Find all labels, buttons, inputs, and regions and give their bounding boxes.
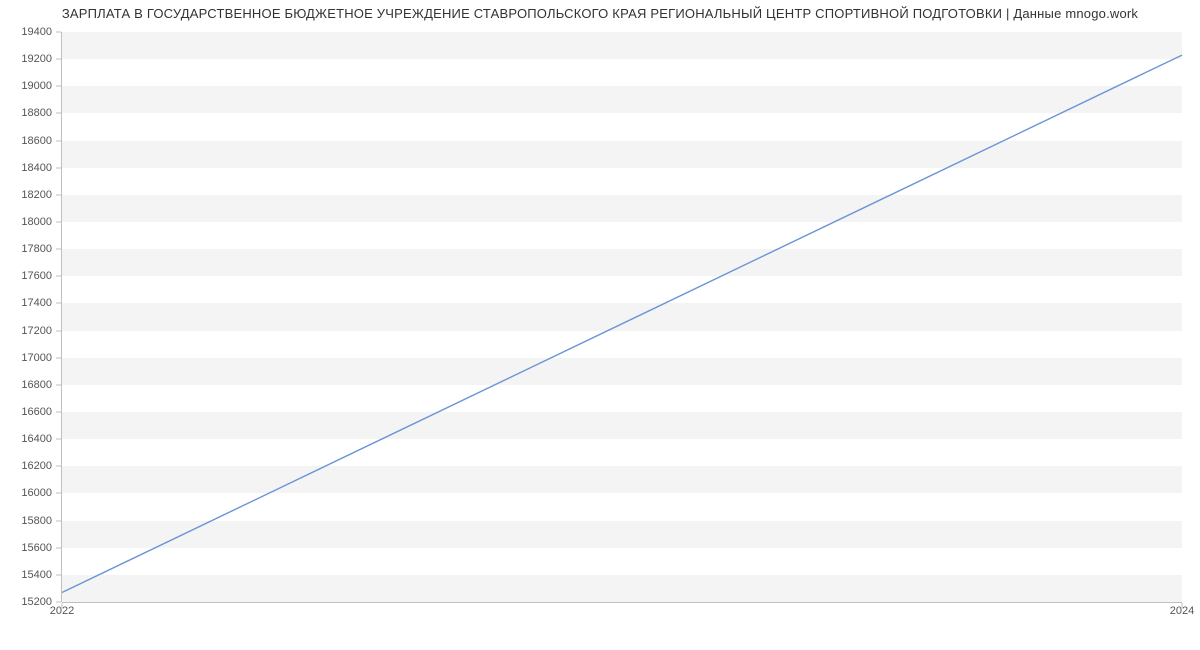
chart-title: ЗАРПЛАТА В ГОСУДАРСТВЕННОЕ БЮДЖЕТНОЕ УЧР… xyxy=(0,6,1200,21)
y-tick-mark xyxy=(56,59,61,60)
y-tick-label: 17200 xyxy=(21,325,52,337)
y-tick-label: 19200 xyxy=(21,53,52,65)
y-tick-label: 16800 xyxy=(21,379,52,391)
x-tick-label: 2024 xyxy=(1170,605,1194,617)
y-tick-mark xyxy=(56,222,61,223)
y-tick-mark xyxy=(56,547,61,548)
y-tick-mark xyxy=(56,113,61,114)
y-tick-label: 15800 xyxy=(21,515,52,527)
y-tick-label: 15400 xyxy=(21,569,52,581)
y-tick-mark xyxy=(56,32,61,33)
y-tick-label: 17000 xyxy=(21,352,52,364)
y-tick-mark xyxy=(56,384,61,385)
y-tick-label: 15200 xyxy=(21,596,52,608)
y-tick-label: 18400 xyxy=(21,162,52,174)
y-tick-label: 18600 xyxy=(21,135,52,147)
y-tick-mark xyxy=(56,276,61,277)
x-axis-line xyxy=(62,602,1182,603)
x-axis-ticks: 20222024 xyxy=(62,605,1182,625)
y-tick-mark xyxy=(56,574,61,575)
y-tick-mark xyxy=(56,303,61,304)
y-tick-label: 18800 xyxy=(21,107,52,119)
y-tick-mark xyxy=(56,330,61,331)
y-tick-label: 16000 xyxy=(21,487,52,499)
y-tick-mark xyxy=(56,194,61,195)
y-tick-mark xyxy=(56,520,61,521)
y-tick-mark xyxy=(56,167,61,168)
y-tick-label: 19400 xyxy=(21,26,52,38)
y-tick-label: 15600 xyxy=(21,542,52,554)
line-series xyxy=(62,32,1182,602)
y-tick-mark xyxy=(56,466,61,467)
y-tick-label: 17400 xyxy=(21,297,52,309)
y-tick-mark xyxy=(56,412,61,413)
y-tick-label: 18200 xyxy=(21,189,52,201)
y-tick-mark xyxy=(56,357,61,358)
y-tick-label: 16400 xyxy=(21,433,52,445)
y-axis-ticks: 1520015400156001580016000162001640016600… xyxy=(0,32,58,602)
y-tick-label: 17800 xyxy=(21,243,52,255)
y-tick-label: 17600 xyxy=(21,270,52,282)
y-tick-mark xyxy=(56,86,61,87)
y-tick-mark xyxy=(56,439,61,440)
y-tick-label: 16600 xyxy=(21,406,52,418)
line-path xyxy=(62,55,1182,592)
y-tick-label: 19000 xyxy=(21,80,52,92)
y-tick-label: 16200 xyxy=(21,460,52,472)
y-tick-mark xyxy=(56,249,61,250)
y-tick-label: 18000 xyxy=(21,216,52,228)
x-tick-label: 2022 xyxy=(50,605,74,617)
y-tick-mark xyxy=(56,493,61,494)
y-tick-mark xyxy=(56,602,61,603)
y-tick-mark xyxy=(56,140,61,141)
chart-container: ЗАРПЛАТА В ГОСУДАРСТВЕННОЕ БЮДЖЕТНОЕ УЧР… xyxy=(0,0,1200,650)
plot-area xyxy=(62,32,1182,602)
